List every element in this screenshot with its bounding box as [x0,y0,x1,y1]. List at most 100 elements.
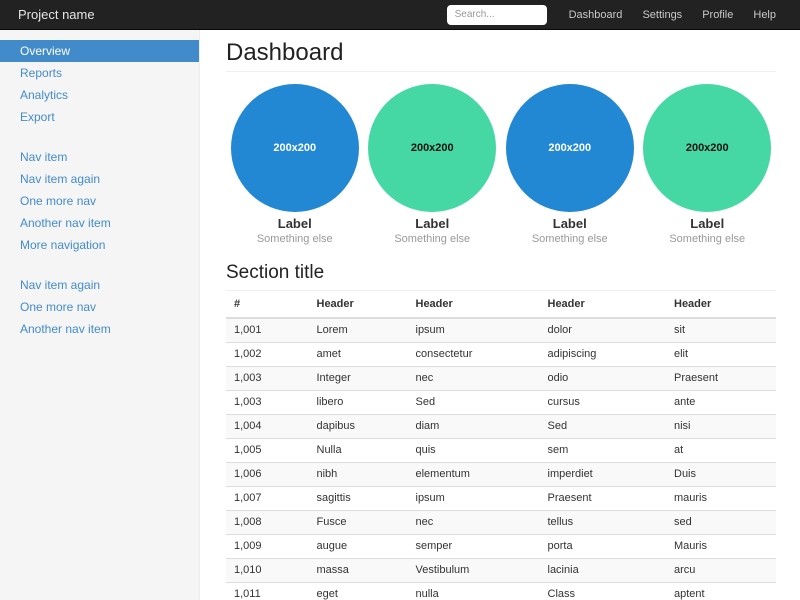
table-cell: Lorem [309,318,408,343]
sidebar-item-export[interactable]: Export [0,106,199,128]
table-cell: 1,006 [226,463,309,487]
placeholder-label: Label [415,216,449,232]
sidebar-item-nav-item-again[interactable]: Nav item again [0,168,199,190]
navbar-links: DashboardSettingsProfileHelp [559,1,786,29]
table-row: 1,010massaVestibulumlaciniaarcu [226,559,776,583]
table-cell: 1,004 [226,415,309,439]
table-cell: ante [666,391,776,415]
table-cell: sem [540,439,667,463]
navbar-link-item: Profile [692,1,743,29]
table-cell: nec [408,511,540,535]
table-cell: lacinia [540,559,667,583]
sidebar-item-more-navigation[interactable]: More navigation [0,234,199,256]
table-cell: elit [666,343,776,367]
navbar-right: DashboardSettingsProfileHelp [447,1,800,29]
table-cell: augue [309,535,408,559]
table-body: 1,001Loremipsumdolorsit1,002ametconsecte… [226,318,776,600]
placeholder-sublabel: Something else [257,232,333,246]
sidebar-item-analytics[interactable]: Analytics [0,84,199,106]
table-cell: aptent [666,583,776,600]
sidebar-item-another-nav-item[interactable]: Another nav item [0,212,199,234]
sidebar-item-another-nav-item[interactable]: Another nav item [0,318,199,340]
table-cell: sagittis [309,487,408,511]
navbar-link-item: Settings [632,1,692,29]
table-row: 1,002ametconsecteturadipiscingelit [226,343,776,367]
placeholder-sublabel: Something else [532,232,608,246]
main-content: Dashboard 200x200LabelSomething else200x… [200,30,800,600]
table-cell: sit [666,318,776,343]
sidebar-item: Analytics [0,84,199,106]
table-cell: dolor [540,318,667,343]
sidebar-item: Another nav item [0,318,199,340]
navbar-link-help[interactable]: Help [743,1,786,29]
table-cell: 1,003 [226,367,309,391]
sidebar-group: Nav item againOne more navAnother nav it… [0,274,199,340]
table-header-row: #HeaderHeaderHeaderHeader [226,291,776,318]
placeholder-label: Label [553,216,587,232]
placeholder-sublabel: Something else [394,232,470,246]
table-cell: dapibus [309,415,408,439]
table-header-cell: Header [666,291,776,318]
table-cell: imperdiet [540,463,667,487]
table-header-cell: # [226,291,309,318]
table-row: 1,006nibhelementumimperdietDuis [226,463,776,487]
sidebar-item-overview[interactable]: Overview [0,40,199,62]
table-cell: 1,003 [226,391,309,415]
placeholder-column: 200x200 LabelSomething else [226,84,364,246]
table-row: 1,003liberoSedcursusante [226,391,776,415]
placeholder-column: 200x200LabelSomething else [639,84,777,246]
brand[interactable]: Project name [0,7,113,22]
navbar-link-dashboard[interactable]: Dashboard [559,1,633,29]
table-row: 1,005Nullaquissemat [226,439,776,463]
sidebar-item: Reports [0,62,199,84]
sidebar-item-nav-item-again[interactable]: Nav item again [0,274,199,296]
table-cell: ipsum [408,318,540,343]
placeholder-label: Label [278,216,312,232]
top-navbar: Project name DashboardSettingsProfileHel… [0,0,800,30]
table-cell: amet [309,343,408,367]
table-cell: odio [540,367,667,391]
sidebar-item-one-more-nav[interactable]: One more nav [0,296,199,318]
table-cell: Integer [309,367,408,391]
sidebar-item: One more nav [0,190,199,212]
search-input[interactable] [447,5,547,25]
table-cell: arcu [666,559,776,583]
table-row: 1,009auguesemperportaMauris [226,535,776,559]
sidebar-item: Nav item again [0,168,199,190]
table-cell: 1,008 [226,511,309,535]
sidebar-item-one-more-nav[interactable]: One more nav [0,190,199,212]
sidebar-group: OverviewReportsAnalyticsExport [0,40,199,128]
table-cell: porta [540,535,667,559]
table-cell: 1,009 [226,535,309,559]
table-cell: mauris [666,487,776,511]
section-title: Section title [226,262,776,291]
table-cell: nec [408,367,540,391]
sidebar-item-reports[interactable]: Reports [0,62,199,84]
table-cell: Sed [408,391,540,415]
table-cell: Nulla [309,439,408,463]
table-cell: ipsum [408,487,540,511]
navbar-link-item: Help [743,1,786,29]
placeholder-column: 200x200 LabelSomething else [501,84,639,246]
placeholder-column: 200x200 LabelSomething else [364,84,502,246]
navbar-link-item: Dashboard [559,1,633,29]
placeholder-circle: 200x200 [231,84,359,212]
table-cell: nibh [309,463,408,487]
placeholder-circle: 200x200 [368,84,496,212]
sidebar-item-nav-item[interactable]: Nav item [0,146,199,168]
sidebar-item: Overview [0,40,199,62]
table-row: 1,011egetnullaClassaptent [226,583,776,600]
sidebar-item: One more nav [0,296,199,318]
table-cell: 1,007 [226,487,309,511]
table-cell: consectetur [408,343,540,367]
table-row: 1,008Fuscenectellussed [226,511,776,535]
table-row: 1,004dapibusdiamSednisi [226,415,776,439]
navbar-link-settings[interactable]: Settings [632,1,692,29]
placeholder-circle: 200x200 [643,84,771,212]
placeholders-row: 200x200LabelSomething else200x200LabelSo… [226,84,776,246]
table-cell: 1,010 [226,559,309,583]
navbar-link-profile[interactable]: Profile [692,1,743,29]
placeholder-circle: 200x200 [506,84,634,212]
table-cell: 1,002 [226,343,309,367]
table-header-cell: Header [408,291,540,318]
